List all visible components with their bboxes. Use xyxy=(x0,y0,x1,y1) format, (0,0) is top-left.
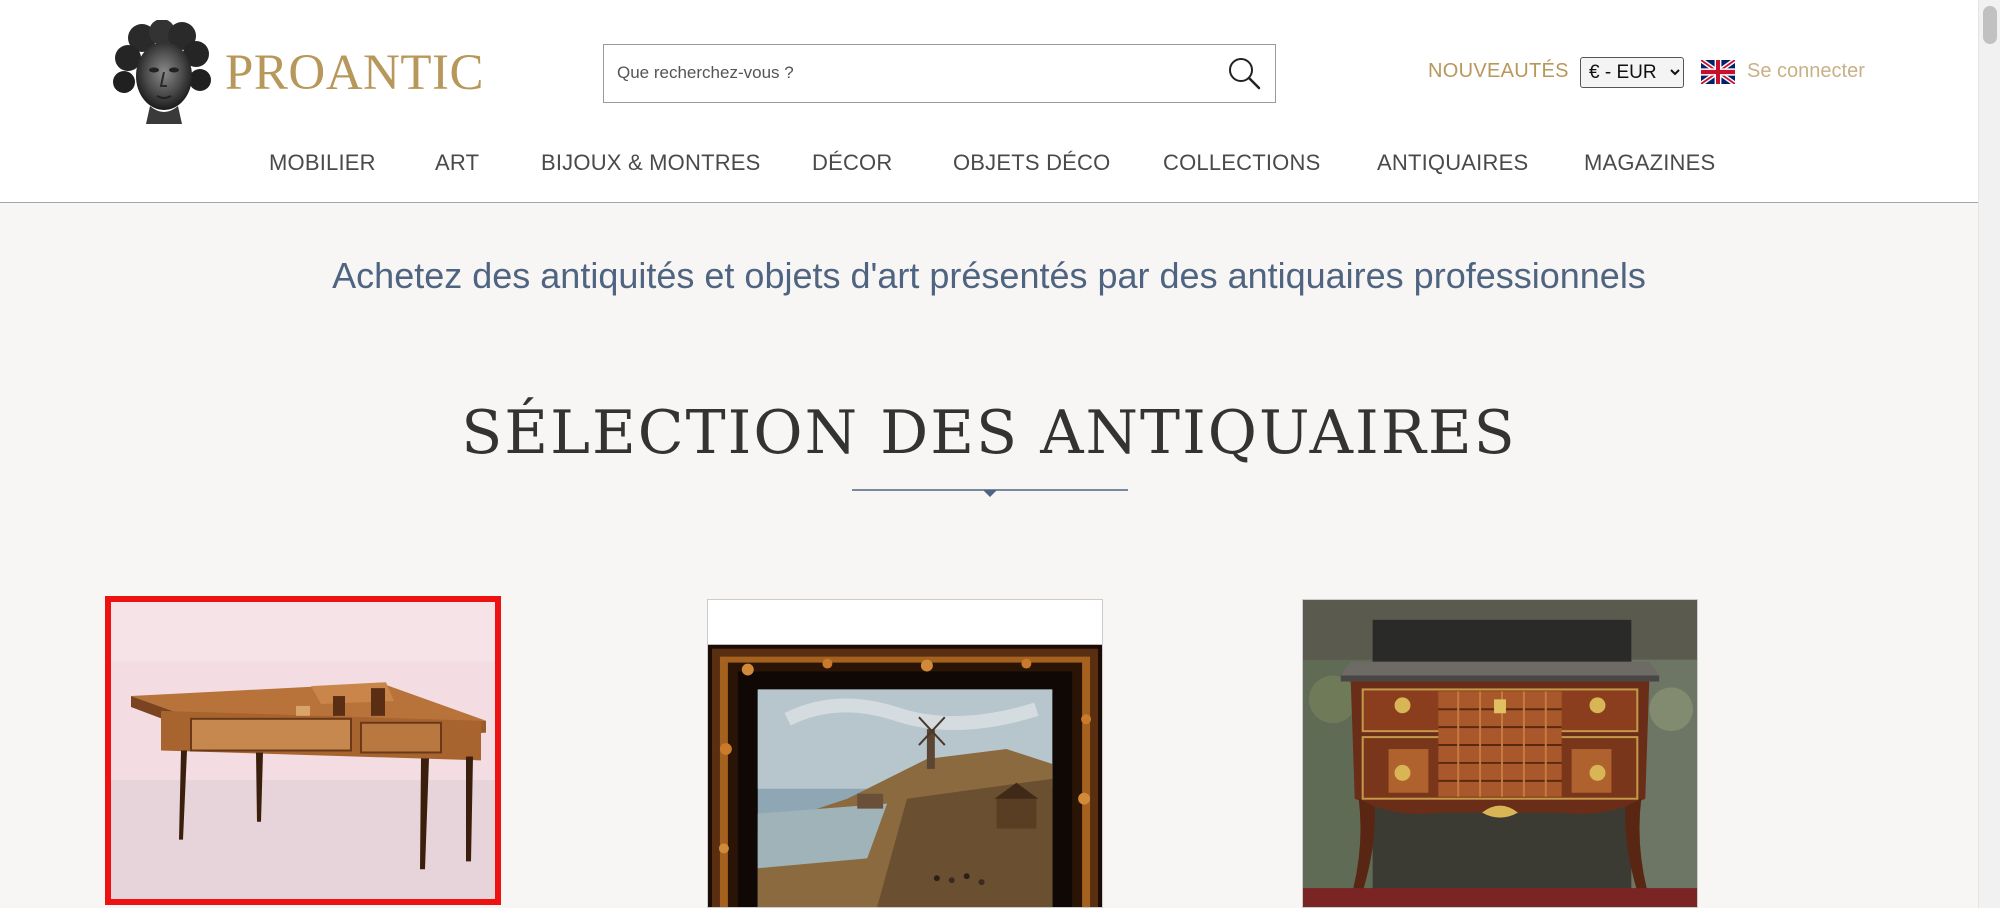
nav-item-collections[interactable]: COLLECTIONS xyxy=(1163,150,1320,176)
product-card-commode[interactable] xyxy=(1302,599,1698,908)
site-header: PROANTIC NOUVEAUTÉS € - EUR Se connecter… xyxy=(0,0,1978,203)
brand-name[interactable]: PROANTIC xyxy=(225,44,484,102)
nav-item-decor[interactable]: DÉCOR xyxy=(812,150,892,176)
product-image-commode xyxy=(1303,600,1697,907)
nav-item-magazines[interactable]: MAGAZINES xyxy=(1584,150,1715,176)
section-title: SÉLECTION DES ANTIQUAIRES xyxy=(461,398,1517,468)
nav-item-art[interactable]: ART xyxy=(435,150,479,176)
nav-item-bijoux-montres[interactable]: BIJOUX & MONTRES xyxy=(541,150,761,176)
currency-select[interactable]: € - EUR xyxy=(1580,57,1684,88)
login-link[interactable]: Se connecter xyxy=(1747,60,1865,83)
tagline: Achetez des antiquités et objets d'art p… xyxy=(332,255,1646,296)
search-bar xyxy=(603,44,1276,103)
product-card-painting[interactable] xyxy=(707,599,1103,908)
search-input[interactable] xyxy=(604,45,1204,101)
title-divider xyxy=(852,486,1128,498)
nouveautes-link[interactable]: NOUVEAUTÉS xyxy=(1428,60,1569,83)
search-icon[interactable] xyxy=(1225,54,1263,92)
scrollbar-thumb[interactable] xyxy=(1983,6,1997,44)
nav-item-objets-deco[interactable]: OBJETS DÉCO xyxy=(953,150,1110,176)
product-image-writing-table xyxy=(111,602,495,899)
nav-item-mobilier[interactable]: MOBILIER xyxy=(269,150,376,176)
proantic-logo[interactable] xyxy=(112,19,212,124)
uk-flag-icon[interactable] xyxy=(1699,58,1737,86)
page-scrollbar[interactable] xyxy=(1978,0,2000,908)
nav-item-antiquaires[interactable]: ANTIQUAIRES xyxy=(1377,150,1528,176)
main-nav: MOBILIER ART BIJOUX & MONTRES DÉCOR OBJE… xyxy=(0,150,1978,180)
product-card-writing-table[interactable] xyxy=(105,596,501,905)
product-image-painting xyxy=(708,600,1102,907)
